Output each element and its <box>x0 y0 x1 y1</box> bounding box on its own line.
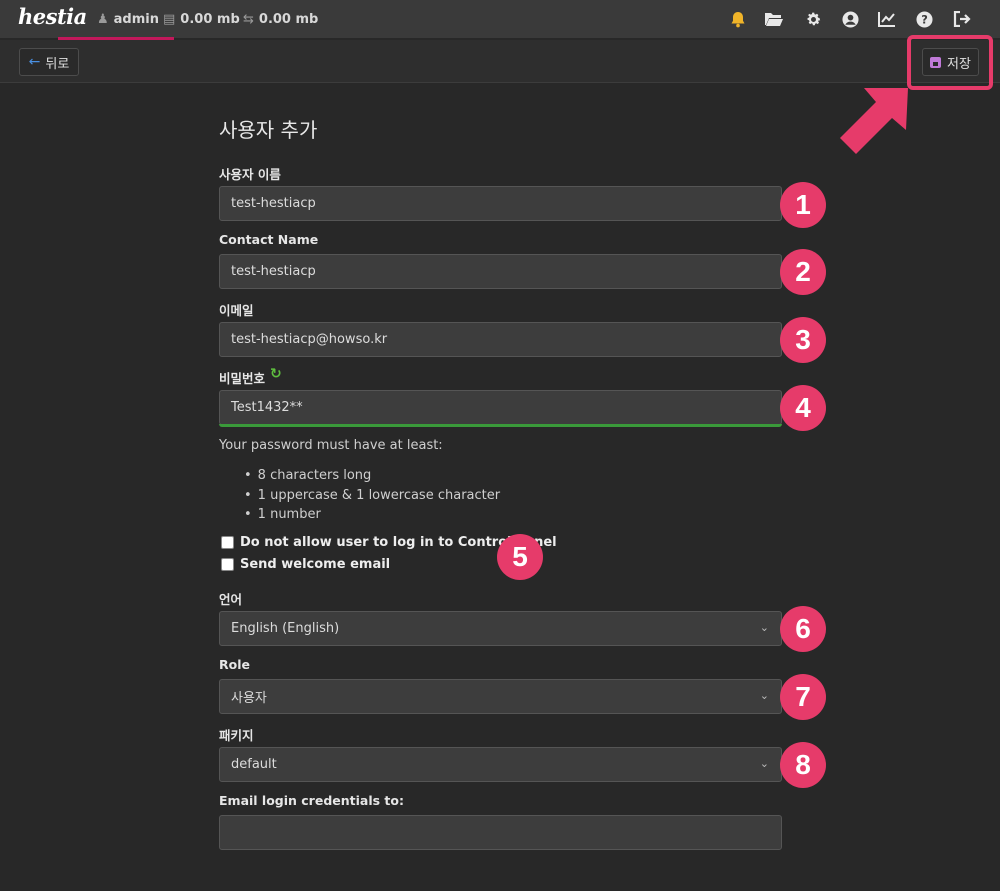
action-toolbar: ← 뒤로 저장 <box>0 40 1000 83</box>
welcome-email-checkbox[interactable] <box>221 558 234 571</box>
language-select[interactable]: English (English) ⌄ <box>219 611 782 646</box>
step-badge-3: 3 <box>780 317 826 363</box>
hestia-logo[interactable]: hestia <box>18 4 87 29</box>
step-badge-5: 5 <box>497 534 543 580</box>
top-navigation-bar: hestia ♟ admin ▤ 0.00 mb ⇆ 0.00 mb ? <box>0 0 1000 38</box>
password-rule: 1 uppercase & 1 lowercase character <box>244 486 500 506</box>
password-label: 비밀번호 <box>219 371 266 386</box>
user-icon: ♟ <box>97 11 109 27</box>
chevron-down-icon: ⌄ <box>759 757 769 770</box>
help-question-icon[interactable]: ? <box>913 8 935 30</box>
password-rule: 1 number <box>244 505 500 525</box>
password-requirements-list: 8 characters long 1 uppercase & 1 lowerc… <box>244 466 500 525</box>
back-button-label: 뒤로 <box>45 56 70 72</box>
contact-name-input[interactable]: test-hestiacp <box>219 254 782 289</box>
email-value: test-hestiacp@howso.kr <box>231 332 388 347</box>
package-selected-value: default <box>231 757 277 772</box>
disk-usage: ▤ 0.00 mb <box>163 0 240 38</box>
save-button-highlight <box>907 35 993 90</box>
email-field[interactable]: test-hestiacp@howso.kr <box>219 322 782 357</box>
step-badge-4: 4 <box>780 385 826 431</box>
email-label: 이메일 <box>219 303 254 318</box>
welcome-email-option[interactable]: Send welcome email <box>221 557 390 572</box>
language-label: 언어 <box>219 592 243 607</box>
password-rule: 8 characters long <box>244 466 500 486</box>
password-input[interactable]: Test1432** <box>219 390 782 425</box>
chevron-down-icon: ⌄ <box>759 689 769 702</box>
language-selected-value: English (English) <box>231 621 340 636</box>
contact-name-label: Contact Name <box>219 232 319 247</box>
password-value: Test1432** <box>231 400 303 415</box>
svg-text:?: ? <box>921 12 928 26</box>
email-credentials-input[interactable] <box>219 815 782 850</box>
back-button[interactable]: ← 뒤로 <box>19 48 79 76</box>
statistics-chart-icon[interactable] <box>876 8 898 30</box>
transfer-icon: ⇆ <box>243 11 254 27</box>
step-badge-1: 1 <box>780 182 826 228</box>
password-strength-bar <box>219 424 782 427</box>
user-account-icon[interactable] <box>839 8 861 30</box>
step-badge-2: 2 <box>780 249 826 295</box>
step-badge-6: 6 <box>780 606 826 652</box>
file-manager-folder-icon[interactable] <box>763 8 785 30</box>
generate-password-refresh-icon[interactable]: ↻ <box>270 367 284 381</box>
username-input[interactable]: test-hestiacp <box>219 186 782 221</box>
welcome-email-label: Send welcome email <box>240 557 391 572</box>
step-badge-7: 7 <box>780 674 826 720</box>
hard-drive-icon: ▤ <box>163 11 176 27</box>
page-title: 사용자 추가 <box>219 118 318 142</box>
contact-name-value: test-hestiacp <box>231 264 316 279</box>
arrow-left-icon: ← <box>28 54 41 70</box>
username-label: 사용자 이름 <box>219 167 281 182</box>
disk-usage-value: 0.00 mb <box>180 11 240 27</box>
username-label: admin <box>113 11 159 27</box>
role-select[interactable]: 사용자 ⌄ <box>219 679 782 714</box>
username-value: test-hestiacp <box>231 196 316 211</box>
email-credentials-label: Email login credentials to: <box>219 793 404 808</box>
bandwidth-usage: ⇆ 0.00 mb <box>243 0 318 38</box>
package-select[interactable]: default ⌄ <box>219 747 782 782</box>
role-label: Role <box>219 657 250 672</box>
settings-gear-icon[interactable] <box>802 8 824 30</box>
logout-icon[interactable] <box>951 8 973 30</box>
annotation-arrow-icon <box>840 88 908 154</box>
step-badge-8: 8 <box>780 742 826 788</box>
bandwidth-value: 0.00 mb <box>258 11 319 27</box>
password-requirements-heading: Your password must have at least: <box>219 438 443 453</box>
notifications-bell-icon[interactable] <box>727 8 749 30</box>
chevron-down-icon: ⌄ <box>759 621 769 634</box>
user-indicator[interactable]: ♟ admin <box>97 0 159 38</box>
no-login-checkbox[interactable] <box>221 536 234 549</box>
package-label: 패키지 <box>219 728 254 743</box>
role-selected-value: 사용자 <box>231 691 267 706</box>
